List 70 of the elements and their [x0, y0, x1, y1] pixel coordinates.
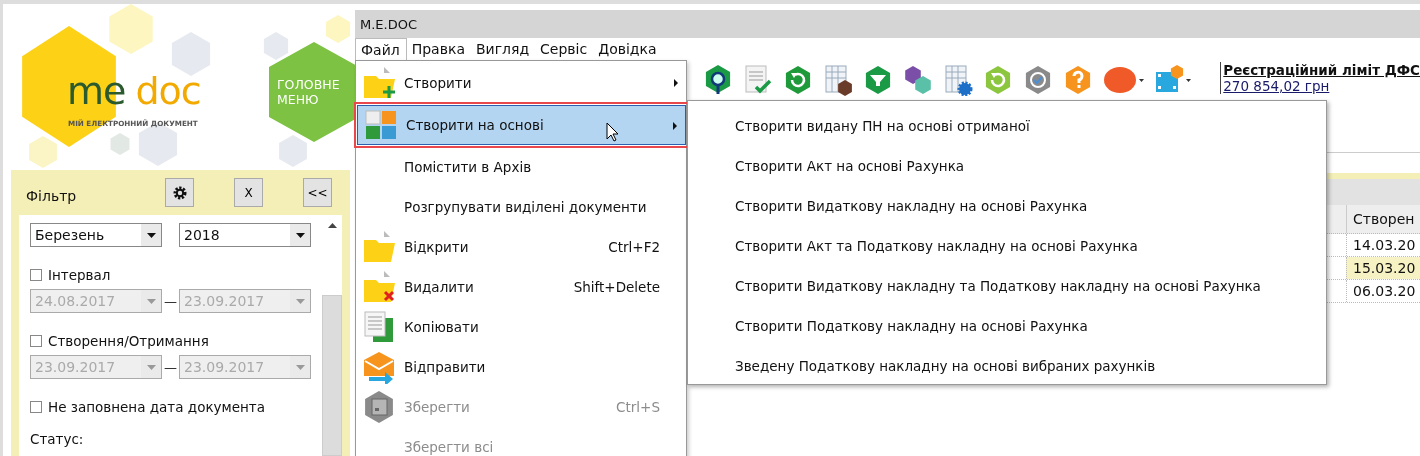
month-select[interactable]: Березень [30, 223, 162, 247]
documents-icon [365, 108, 399, 142]
menu-item[interactable]: Копіювати [356, 307, 686, 347]
menu-item[interactable]: Створити Видаткову накладну та Податкову накладну на основі Рахунка [688, 266, 1326, 306]
table-cell[interactable]: 14.03.20 [1346, 234, 1420, 256]
menu-item[interactable]: Розгрупувати виділені документи [356, 187, 686, 227]
menu-item[interactable]: Помістити в Архів [356, 147, 686, 187]
hexagons-icon[interactable] [903, 64, 933, 96]
dropdown-arrow-icon [146, 232, 156, 238]
registration-amount-link[interactable]: 270 854,02 грн [1223, 78, 1420, 94]
dropdown-arrow-icon [295, 232, 305, 238]
scrollbar[interactable] [322, 215, 342, 456]
settings-button[interactable] [165, 178, 194, 207]
table-gear-icon[interactable] [943, 64, 973, 96]
menu-item[interactable]: Створити Податкову накладну на основі Рахунка [688, 306, 1326, 346]
caret-icon[interactable] [1139, 78, 1144, 82]
checkbox-label: Створення/Отримання [48, 333, 209, 349]
logo-text: doc [135, 72, 201, 110]
shortcut-text: Ctrl+S [616, 399, 660, 415]
filter-button[interactable]: X [234, 178, 263, 207]
range-dash: — [164, 293, 177, 309]
folder-delete-icon [363, 270, 397, 304]
folder-plus-icon [363, 66, 397, 100]
menu-item[interactable]: Створити Акт та Податкову накладну на основі Рахунка [688, 226, 1326, 266]
folder-icon [363, 230, 397, 264]
shortcut-text: Shift+Delete [573, 279, 660, 295]
document-check-icon[interactable] [743, 64, 773, 96]
year-select[interactable]: 2018 [179, 223, 311, 247]
menu-item[interactable]: Відкрити Ctrl+F2 [356, 227, 686, 267]
menu-item[interactable]: Створити Видаткову накладну на основі Рахунка [688, 186, 1326, 226]
dropdown-arrow-icon [295, 298, 305, 304]
checkbox-label: Інтервал [48, 267, 111, 283]
checkbox-label: Не заповнена дата документа [48, 399, 265, 415]
scroll-thumb[interactable] [322, 295, 342, 456]
menu-bar-item[interactable]: Правка [406, 38, 471, 60]
dropdown-arrow-icon [146, 298, 156, 304]
filter-button[interactable]: << [303, 178, 332, 207]
menu-bar-item[interactable]: Вигляд [470, 38, 536, 60]
menu-item[interactable]: Створити на основі [357, 105, 686, 145]
envelope-arrow-icon [363, 350, 397, 384]
menu-bar-item[interactable]: Довідка [593, 38, 663, 60]
table-cell[interactable]: 15.03.20 [1346, 257, 1420, 279]
menu-item[interactable]: Створити видану ПН на основі отриманої [688, 106, 1326, 146]
search-icon[interactable] [703, 64, 733, 96]
filter-title: Фільтр [26, 187, 78, 204]
dropdown-arrow-icon [146, 364, 156, 370]
dropdown-arrow-icon [295, 364, 305, 370]
caret-icon[interactable] [1186, 78, 1191, 82]
menu-bar-item[interactable]: Файл [355, 38, 407, 60]
menu-item[interactable]: Відправити [356, 347, 686, 387]
refresh-icon[interactable] [783, 64, 813, 96]
menu-bar-item[interactable]: Сервіс [535, 38, 594, 60]
funnel-icon[interactable] [863, 64, 893, 96]
refresh-icon[interactable] [983, 64, 1013, 96]
mouse-cursor-icon [606, 122, 619, 142]
status-label: Статус: [30, 431, 85, 447]
menu-item[interactable]: Зведену Податкову накладну на основі вибраних рахунків [688, 346, 1326, 386]
registration-limit-title[interactable]: Реєстраційний ліміт ДФС [1223, 62, 1420, 78]
help-icon[interactable] [1063, 64, 1093, 96]
shortcut-text: Ctrl+F2 [608, 239, 660, 255]
range-dash: — [164, 359, 177, 375]
settings-icon [172, 185, 187, 200]
menu-item[interactable]: Видалити Shift+Delete [356, 267, 686, 307]
window-title: M.E.DOC [360, 16, 417, 32]
menu-item[interactable]: Створити Акт на основі Рахунка [688, 146, 1326, 186]
column-header[interactable]: Створен [1346, 205, 1420, 233]
menu-item[interactable]: Створити [356, 63, 686, 103]
table-cell[interactable]: 06.03.20 [1346, 280, 1420, 302]
checkbox[interactable] [30, 401, 42, 413]
scroll-up-icon [327, 223, 337, 228]
